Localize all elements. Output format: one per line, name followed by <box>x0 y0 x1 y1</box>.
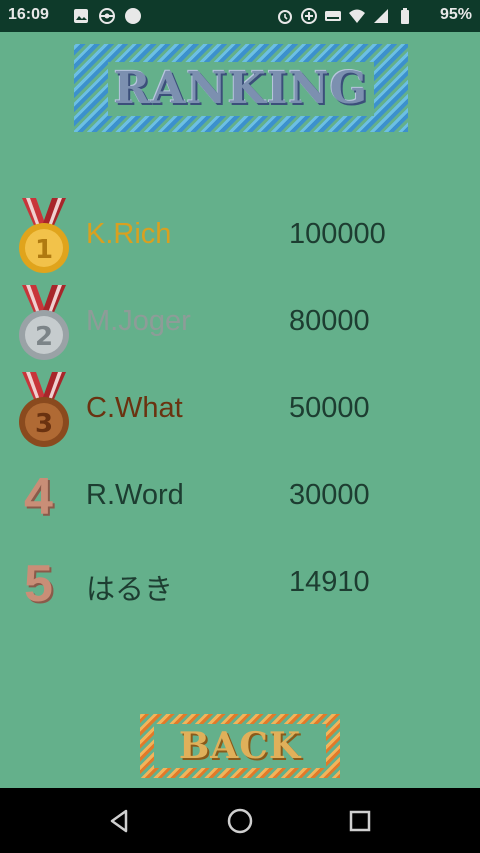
rank-number-4: 4 <box>24 468 53 526</box>
gold-medal-icon: 1 <box>19 198 69 273</box>
silver-medal-icon: 2 <box>19 285 69 360</box>
back-triangle-icon[interactable] <box>104 806 134 836</box>
back-button-label: BACK <box>178 725 302 767</box>
data-saver-icon <box>301 8 317 24</box>
rank-number-5: 5 <box>24 555 53 613</box>
navigation-bar <box>0 788 480 853</box>
svg-text:3: 3 <box>35 409 53 439</box>
battery-percent: 95% <box>439 6 472 23</box>
page-title: RANKING <box>113 62 369 114</box>
alarm-icon <box>278 10 292 24</box>
wifi-icon <box>349 9 365 23</box>
player-name-2: M.Joger <box>86 305 191 337</box>
status-bar: 16:09 95% <box>0 0 480 32</box>
player-name-4: R.Word <box>86 479 184 511</box>
ranking-screen: RANKING 1 K.Rich 100000 2 M.Joger 80000 <box>0 32 480 788</box>
home-circle-icon[interactable] <box>225 806 255 836</box>
battery-icon <box>401 8 409 24</box>
circle-icon <box>125 8 141 24</box>
player-score-5: 14910 <box>289 566 370 598</box>
player-score-2: 80000 <box>289 305 370 337</box>
svg-text:1: 1 <box>35 235 53 265</box>
back-button[interactable]: BACK <box>140 714 340 778</box>
ranking-row-3: 3 C.What 50000 <box>0 370 480 450</box>
player-score-4: 30000 <box>289 479 370 511</box>
recents-square-icon[interactable] <box>345 806 375 836</box>
status-time: 16:09 <box>8 6 49 23</box>
image-icon <box>74 9 88 23</box>
svg-text:2: 2 <box>35 322 53 352</box>
player-name-3: C.What <box>86 392 183 424</box>
player-name-5: はるき <box>86 574 174 606</box>
player-score-1: 100000 <box>289 218 386 250</box>
player-name-1: K.Rich <box>86 218 172 250</box>
game-controller-icon <box>99 8 115 24</box>
ranking-row-2: 2 M.Joger 80000 <box>0 283 480 363</box>
keyboard-icon <box>325 11 341 21</box>
ranking-row-4: 4 R.Word 30000 <box>0 457 480 537</box>
player-score-3: 50000 <box>289 392 370 424</box>
bronze-medal-icon: 3 <box>19 372 69 447</box>
ranking-title-banner: RANKING <box>74 44 408 132</box>
ranking-row-5: 5 はるき 14910 <box>0 544 480 624</box>
ranking-row-1: 1 K.Rich 100000 <box>0 196 480 276</box>
signal-icon <box>374 9 388 23</box>
